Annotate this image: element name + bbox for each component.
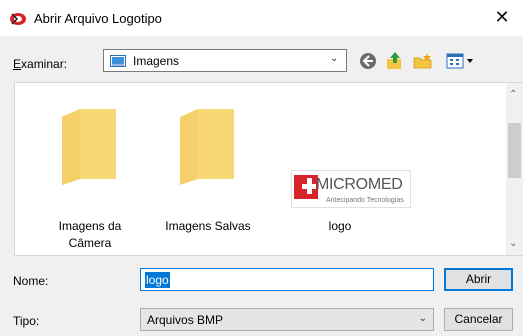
file-label-line1: logo (328, 219, 352, 233)
close-button[interactable]: ✕ (481, 0, 523, 36)
look-in-dropdown[interactable]: Imagens ⌄ (103, 49, 347, 72)
folder-icon (110, 55, 126, 67)
file-type-value: Arquivos BMP (147, 313, 224, 327)
new-folder-icon[interactable] (413, 51, 433, 71)
thumb-brand: MICROMED (316, 176, 403, 193)
back-icon[interactable] (358, 51, 378, 71)
file-name-value: logo (145, 272, 170, 288)
folder-icon (180, 109, 234, 185)
brand-cross-icon (294, 175, 318, 199)
file-label: Imagens da Câmera (42, 218, 138, 252)
file-label-line2: Câmera (68, 236, 112, 250)
open-button[interactable]: Abrir (444, 268, 513, 291)
cancel-button[interactable]: Cancelar (444, 308, 513, 331)
type-label: Tipo: (13, 314, 40, 328)
image-thumbnail: MICROMED Antecipando Tecnologias (291, 170, 411, 208)
file-label: Imagens Salvas (160, 218, 256, 235)
scroll-down-icon[interactable]: ⌄ (509, 238, 517, 249)
title-bar: Abrir Arquivo Logotipo ✕ (0, 0, 523, 36)
window-title: Abrir Arquivo Logotipo (34, 11, 162, 26)
file-type-dropdown[interactable]: Arquivos BMP ⌄ (140, 308, 434, 331)
name-label: Nome: (13, 274, 49, 288)
up-folder-icon[interactable] (385, 51, 405, 71)
scroll-thumb[interactable] (508, 123, 521, 178)
view-menu-icon[interactable] (446, 51, 478, 71)
chevron-down-icon: ⌄ (418, 313, 427, 324)
look-in-label: Examinar: (13, 57, 68, 71)
file-label: logo (292, 218, 388, 235)
file-name-input[interactable]: logo (140, 268, 434, 291)
app-icon (10, 13, 26, 25)
thumb-tagline: Antecipando Tecnologias (326, 197, 404, 204)
folder-icon (62, 109, 116, 185)
vertical-scrollbar[interactable]: ⌃ ⌄ (506, 83, 523, 255)
file-list[interactable]: Imagens da Câmera Imagens Salvas MICROME… (14, 82, 523, 256)
chevron-down-icon: ⌄ (330, 53, 339, 64)
scroll-up-icon[interactable]: ⌃ (509, 89, 517, 100)
open-file-dialog: Abrir Arquivo Logotipo ✕ Examinar: Image… (0, 0, 523, 336)
look-in-label-rest: xaminar: (21, 57, 68, 71)
file-label-line1: Imagens da (58, 219, 122, 233)
look-in-value: Imagens (133, 54, 180, 68)
file-label-line1: Imagens Salvas (165, 219, 251, 233)
